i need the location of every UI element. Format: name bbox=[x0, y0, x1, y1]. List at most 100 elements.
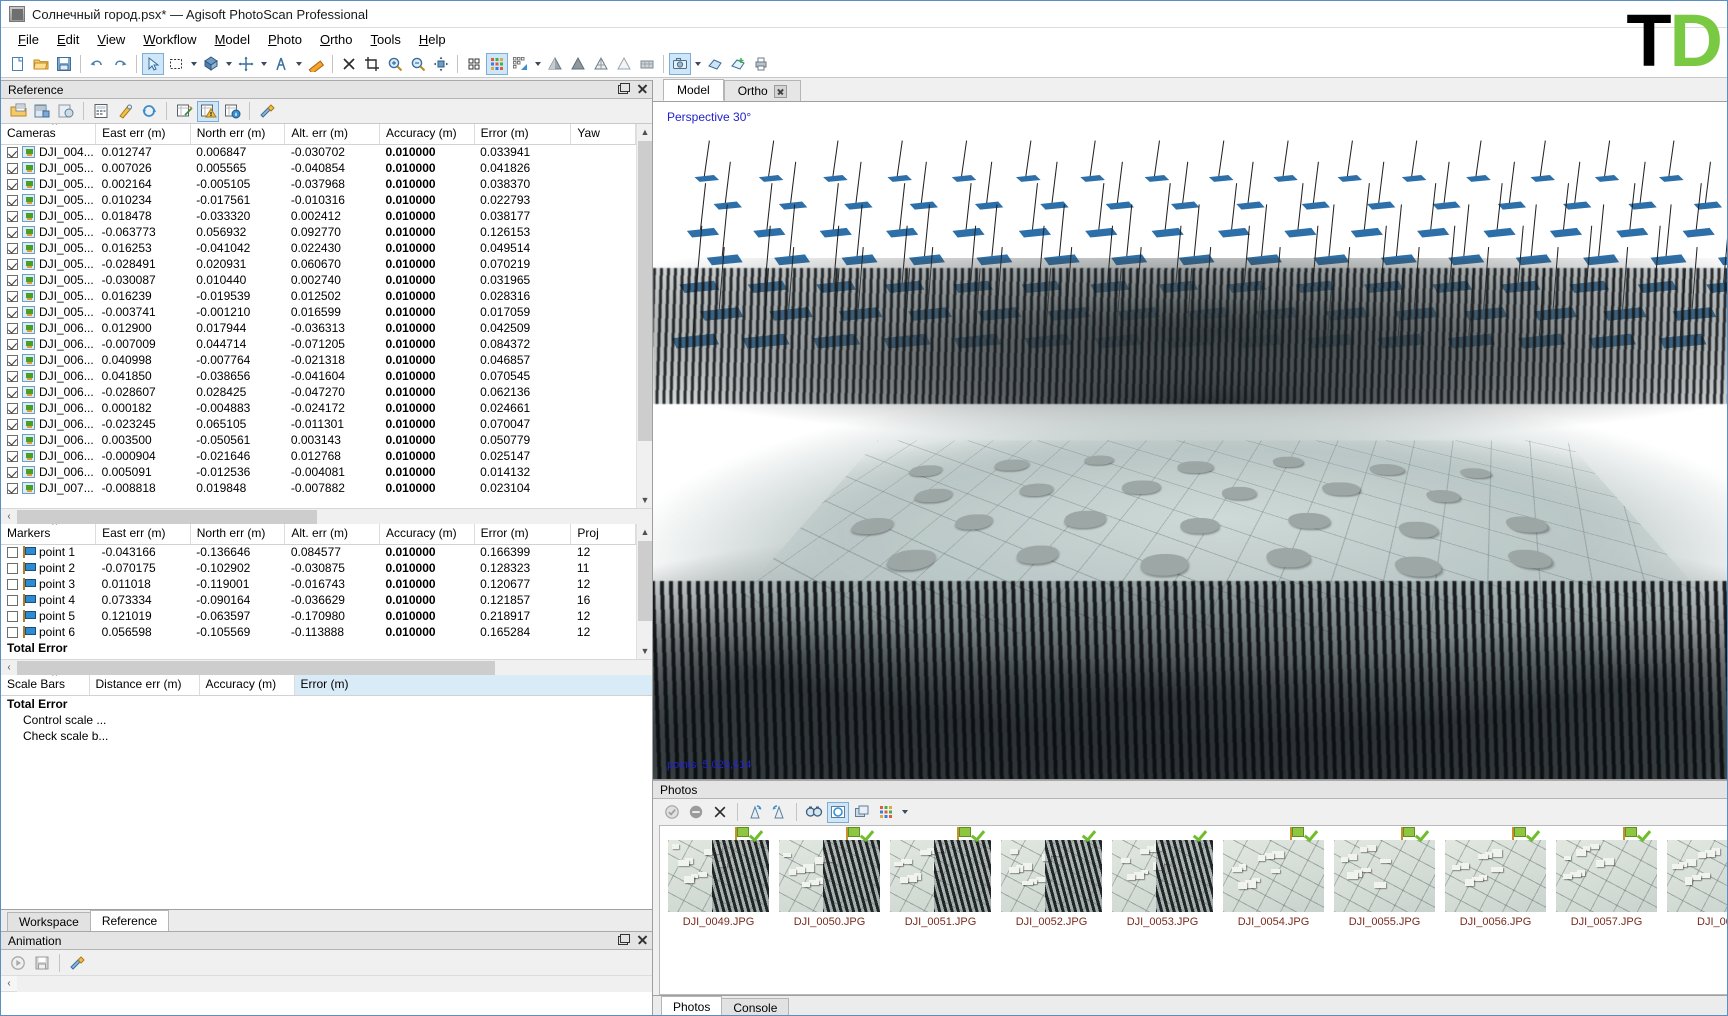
row-checkbox[interactable] bbox=[7, 355, 18, 366]
show-point-cloud-icon[interactable] bbox=[486, 53, 508, 75]
camera-name-cell[interactable]: DJI_004... bbox=[1, 144, 96, 160]
photo-thumbnail[interactable]: DJI_0049.JPG bbox=[668, 840, 769, 928]
thumbnail-image[interactable] bbox=[890, 840, 991, 912]
scalebars-node-control[interactable]: Control scale ... bbox=[1, 712, 652, 728]
table-row[interactable]: point 30.011018-0.119001-0.0167430.01000… bbox=[1, 576, 636, 592]
menu-tools[interactable]: Tools bbox=[362, 30, 410, 49]
table-row[interactable]: DJI_005...0.016239-0.0195390.0125020.010… bbox=[1, 288, 636, 304]
show-mesh-shaded-icon[interactable] bbox=[544, 53, 566, 75]
show-mesh-wireframe-icon[interactable] bbox=[590, 53, 612, 75]
camera-name-cell[interactable]: DJI_006... bbox=[1, 464, 96, 480]
model-viewport[interactable]: Perspective 30° points: 5,029,614 bbox=[653, 102, 1728, 779]
camera-name-cell[interactable]: DJI_006... bbox=[1, 384, 96, 400]
camera-name-cell[interactable]: DJI_005... bbox=[1, 176, 96, 192]
row-checkbox[interactable] bbox=[7, 275, 18, 286]
capture-view-dropdown-icon[interactable] bbox=[692, 53, 703, 75]
camera-name-cell[interactable]: DJI_005... bbox=[1, 288, 96, 304]
scalebars-node-check[interactable]: Check scale b... bbox=[1, 728, 652, 744]
cameras-horizontal-scrollbar[interactable]: ‹ bbox=[1, 508, 652, 524]
table-row[interactable]: DJI_006...-0.0070090.044714-0.0712050.01… bbox=[1, 336, 636, 352]
menu-view[interactable]: View bbox=[88, 30, 134, 49]
tab-model[interactable]: Model bbox=[663, 79, 724, 101]
row-checkbox[interactable] bbox=[7, 467, 18, 478]
table-row[interactable]: DJI_005...-0.0300870.0104400.0027400.010… bbox=[1, 272, 636, 288]
table-row[interactable]: DJI_005...-0.003741-0.0012100.0165990.01… bbox=[1, 304, 636, 320]
marker-name-cell[interactable]: point 5 bbox=[1, 608, 96, 624]
export-reference-icon[interactable] bbox=[31, 101, 53, 122]
reset-view-icon[interactable] bbox=[430, 53, 452, 75]
close-icon[interactable] bbox=[774, 85, 787, 98]
marker-name-cell[interactable]: point 1 bbox=[1, 544, 96, 560]
row-checkbox[interactable] bbox=[7, 419, 18, 430]
reset-transform-icon[interactable] bbox=[138, 101, 160, 122]
show-cameras-icon[interactable] bbox=[463, 53, 485, 75]
table-row[interactable]: DJI_005...0.002164-0.005105-0.0379680.01… bbox=[1, 176, 636, 192]
column-header-error[interactable]: Error (m) bbox=[474, 124, 571, 144]
table-row[interactable]: DJI_005...-0.0637730.0569320.0927700.010… bbox=[1, 224, 636, 240]
scroll-up-icon[interactable]: ▲ bbox=[637, 124, 652, 140]
camera-name-cell[interactable]: DJI_005... bbox=[1, 160, 96, 176]
delete-selection-icon[interactable] bbox=[338, 53, 360, 75]
move-object-dropdown-icon[interactable] bbox=[223, 53, 234, 75]
redo-icon[interactable] bbox=[109, 53, 131, 75]
resize-region-icon[interactable] bbox=[235, 53, 257, 75]
row-checkbox[interactable] bbox=[7, 339, 18, 350]
view-estimated-icon[interactable] bbox=[173, 101, 195, 122]
crop-selection-icon[interactable] bbox=[361, 53, 383, 75]
camera-name-cell[interactable]: DJI_006... bbox=[1, 320, 96, 336]
scroll-track[interactable] bbox=[17, 976, 652, 992]
photo-thumbnail[interactable]: DJI_0055.JPG bbox=[1334, 840, 1435, 928]
rectangle-selection-dropdown-icon[interactable] bbox=[188, 53, 199, 75]
tab-photos[interactable]: Photos bbox=[661, 996, 722, 1016]
column-header-proj[interactable]: Proj bbox=[571, 524, 636, 544]
import-reference-icon[interactable] bbox=[7, 101, 29, 122]
row-checkbox[interactable] bbox=[7, 211, 18, 222]
table-row[interactable]: DJI_005...0.018478-0.0333200.0024120.010… bbox=[1, 208, 636, 224]
capture-view-icon[interactable] bbox=[669, 53, 691, 75]
camera-name-cell[interactable]: DJI_006... bbox=[1, 368, 96, 384]
markers-vertical-scrollbar[interactable]: ▲ ▼ bbox=[636, 524, 652, 659]
close-panel-icon[interactable] bbox=[636, 933, 648, 946]
view-errors-icon[interactable] bbox=[197, 101, 219, 122]
add-shape-icon[interactable] bbox=[727, 53, 749, 75]
rectangle-selection-icon[interactable] bbox=[165, 53, 187, 75]
camera-name-cell[interactable]: DJI_005... bbox=[1, 272, 96, 288]
column-header-cameras[interactable]: Cameras bbox=[1, 124, 96, 144]
thumbnail-image[interactable] bbox=[1112, 840, 1213, 912]
scroll-down-icon[interactable]: ▼ bbox=[637, 492, 652, 508]
photo-thumbnail-strip[interactable]: DJI_0049.JPGDJI_0050.JPGDJI_0051.JPGDJI_… bbox=[659, 825, 1728, 995]
scroll-track[interactable] bbox=[17, 509, 652, 525]
table-row[interactable]: DJI_005...-0.0284910.0209310.0606700.010… bbox=[1, 256, 636, 272]
scroll-down-icon[interactable]: ▼ bbox=[637, 643, 652, 659]
row-checkbox[interactable] bbox=[7, 403, 18, 414]
zoom-in-icon[interactable] bbox=[384, 53, 406, 75]
camera-name-cell[interactable]: DJI_006... bbox=[1, 400, 96, 416]
new-project-icon[interactable] bbox=[7, 53, 29, 75]
row-checkbox[interactable] bbox=[7, 547, 18, 558]
column-header-north-err[interactable]: North err (m) bbox=[190, 524, 285, 544]
table-row[interactable]: DJI_005...0.016253-0.0410420.0224300.010… bbox=[1, 240, 636, 256]
marker-name-cell[interactable]: point 4 bbox=[1, 592, 96, 608]
menu-photo[interactable]: Photo bbox=[259, 30, 311, 49]
camera-name-cell[interactable]: DJI_006... bbox=[1, 352, 96, 368]
marker-name-cell[interactable]: point 2 bbox=[1, 560, 96, 576]
table-row[interactable]: DJI_006...0.040998-0.007764-0.0213180.01… bbox=[1, 352, 636, 368]
thumbnail-image[interactable] bbox=[1556, 840, 1657, 912]
row-checkbox[interactable] bbox=[7, 195, 18, 206]
camera-name-cell[interactable]: DJI_005... bbox=[1, 304, 96, 320]
scroll-thumb[interactable] bbox=[17, 510, 317, 524]
row-checkbox[interactable] bbox=[7, 307, 18, 318]
row-checkbox[interactable] bbox=[7, 259, 18, 270]
row-checkbox[interactable] bbox=[7, 323, 18, 334]
camera-name-cell[interactable]: DJI_006... bbox=[1, 448, 96, 464]
table-row[interactable]: DJI_006...0.005091-0.012536-0.0040810.01… bbox=[1, 464, 636, 480]
navigation-cursor-icon[interactable] bbox=[142, 53, 164, 75]
row-checkbox[interactable] bbox=[7, 483, 18, 494]
table-row[interactable]: DJI_006...0.003500-0.0505610.0031430.010… bbox=[1, 432, 636, 448]
thumbnail-image[interactable] bbox=[1223, 840, 1324, 912]
thumbnail-size-icon[interactable] bbox=[875, 802, 897, 823]
show-thumbnails-icon[interactable] bbox=[851, 802, 873, 823]
photo-thumbnail[interactable]: DJI_0052.JPG bbox=[1001, 840, 1102, 928]
column-header-north-err[interactable]: North err (m) bbox=[190, 124, 285, 144]
thumbnail-image[interactable] bbox=[779, 840, 880, 912]
